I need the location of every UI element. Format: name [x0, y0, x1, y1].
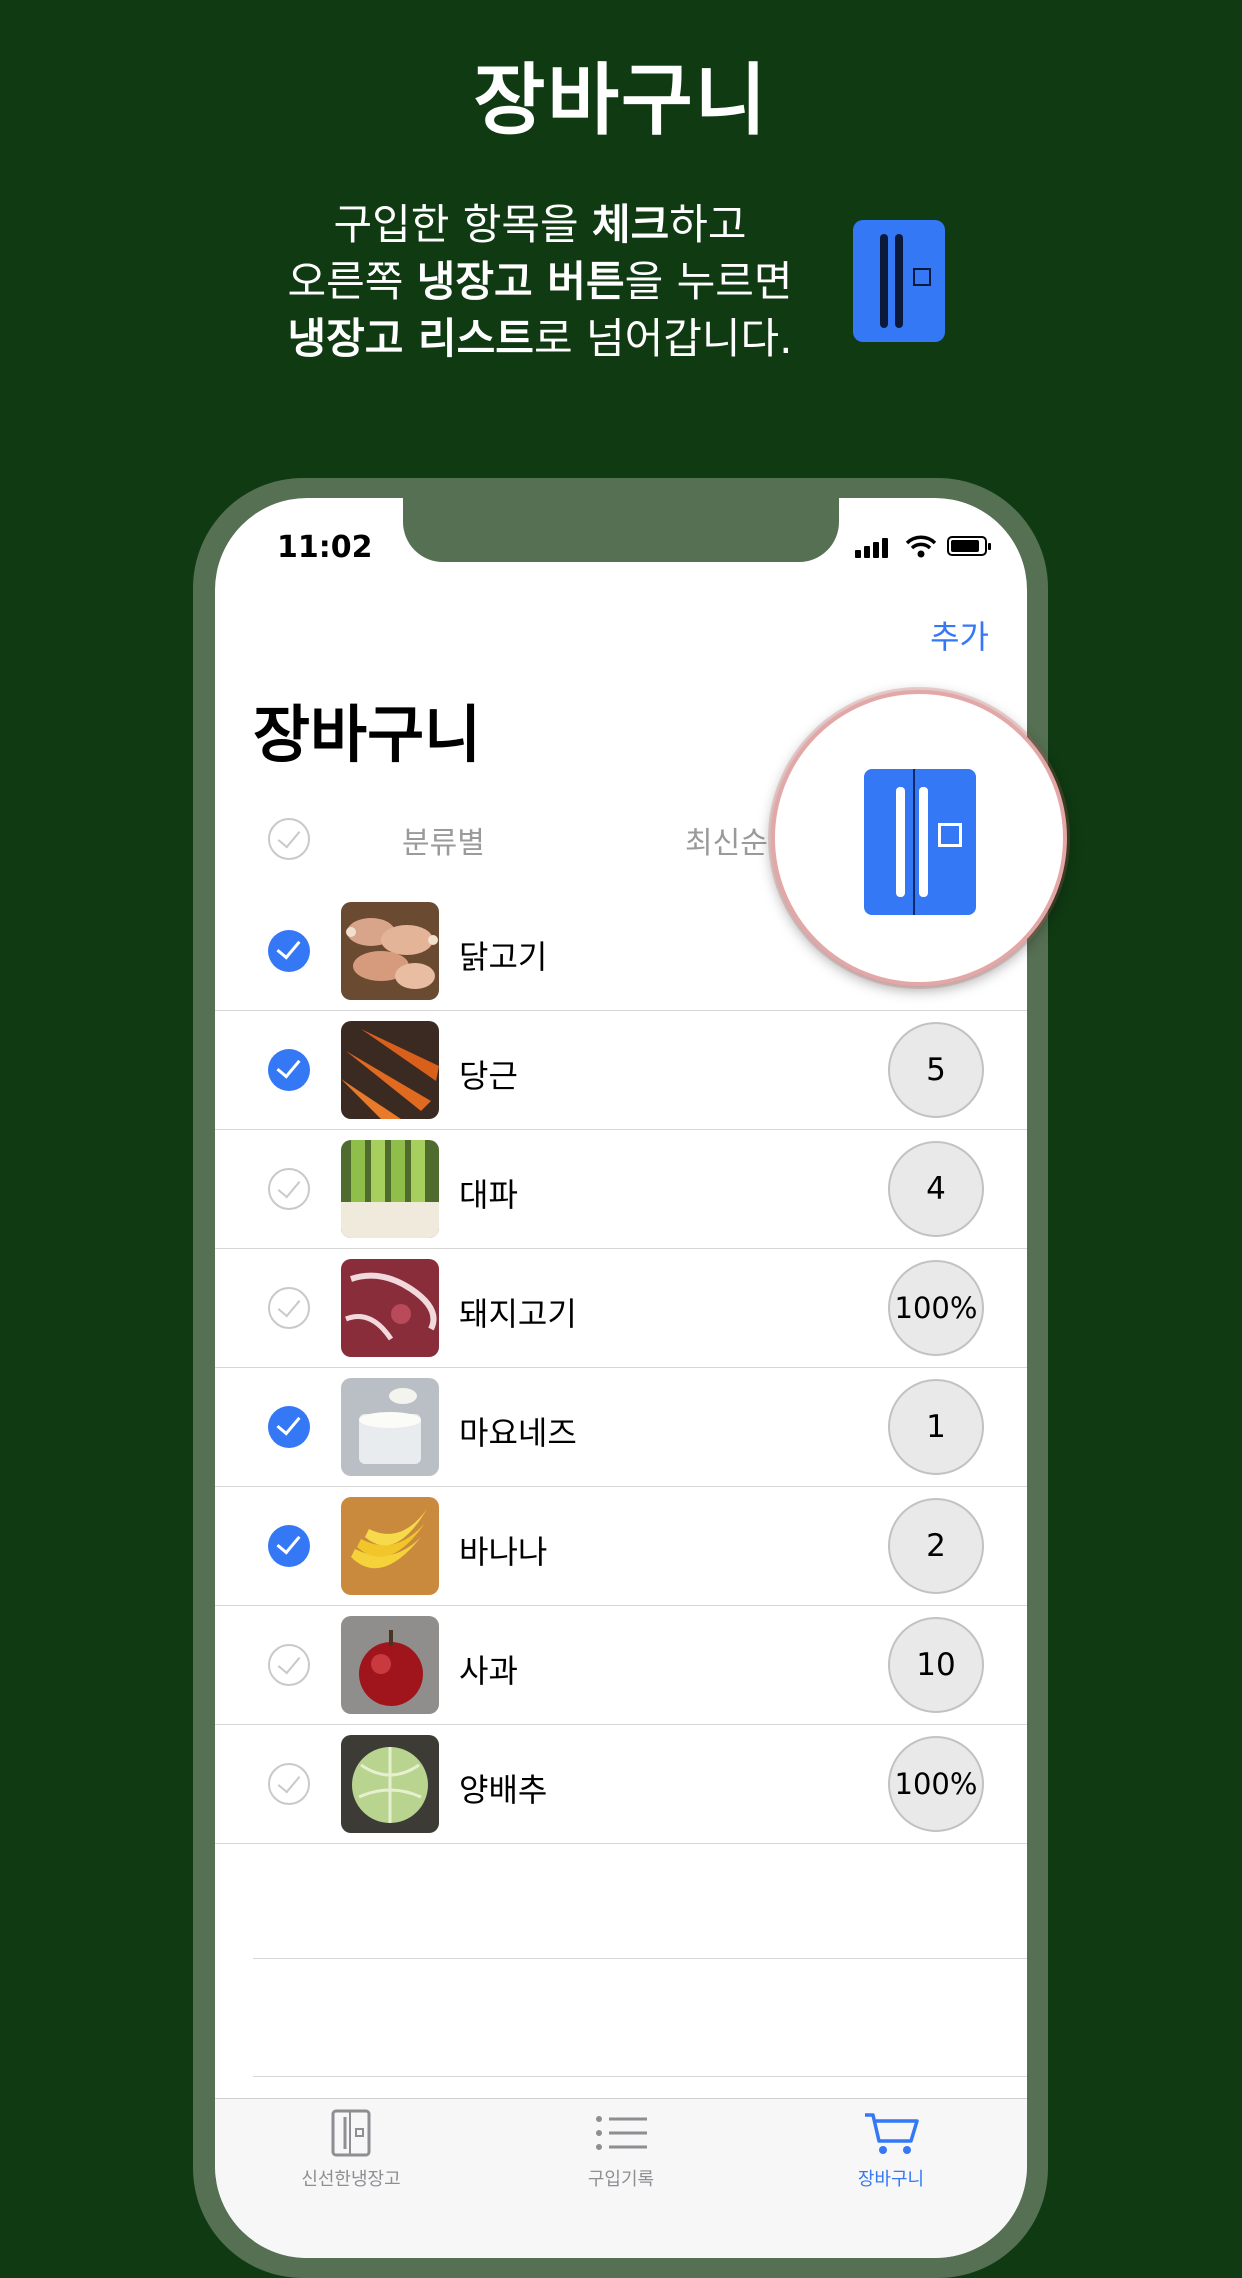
item-checkbox[interactable]: [268, 1644, 310, 1686]
item-name: 사과: [459, 1652, 518, 1690]
list-icon: [596, 2116, 647, 2150]
list-item[interactable]: 사과 10: [215, 1606, 1027, 1725]
sort-by-recent[interactable]: 최신순: [685, 818, 768, 862]
phone-notch: [403, 498, 839, 562]
sort-by-category[interactable]: 분류별: [402, 818, 485, 862]
item-name: 당근: [459, 1057, 518, 1095]
hero-title: 장바구니: [473, 56, 769, 146]
quantity-badge[interactable]: 10: [888, 1617, 984, 1713]
fridge-icon: [853, 220, 945, 342]
tab-shopping-cart[interactable]: 장바구니: [781, 2109, 1001, 2191]
quantity-badge[interactable]: 100%: [888, 1736, 984, 1832]
quantity-badge[interactable]: 5: [888, 1022, 984, 1118]
quantity-badge[interactable]: 1: [888, 1379, 984, 1475]
tab-fresh-fridge[interactable]: 신선한냉장고: [241, 2109, 461, 2191]
list-item[interactable]: 양배추 100%: [215, 1725, 1027, 1844]
fridge-icon: [864, 769, 976, 915]
item-name: 닭고기: [459, 938, 548, 976]
item-name: 마요네즈: [459, 1414, 577, 1452]
tab-purchase-history[interactable]: 구입기록: [511, 2109, 731, 2191]
item-checkbox[interactable]: [268, 1763, 310, 1805]
status-time: 11:02: [277, 530, 373, 565]
empty-row-divider: [253, 2076, 1027, 2077]
tab-label: 구입기록: [587, 2169, 655, 2190]
item-name: 대파: [459, 1176, 518, 1214]
list-item[interactable]: 대파 4: [215, 1130, 1027, 1249]
item-image-chicken: [341, 902, 439, 1000]
add-button[interactable]: 추가: [930, 612, 989, 658]
item-image-green-onions: [341, 1140, 439, 1238]
item-image-cabbage: [341, 1735, 439, 1833]
hero-line-1: 구입한 항목을 체크하고: [333, 200, 747, 249]
quantity-badge[interactable]: 100%: [888, 1260, 984, 1356]
item-checkbox[interactable]: [268, 1287, 310, 1329]
battery-icon: [947, 536, 991, 556]
list-item[interactable]: 돼지고기 100%: [215, 1249, 1027, 1368]
list-item[interactable]: 당근 5: [215, 1011, 1027, 1130]
tab-label: 장바구니: [857, 2169, 925, 2190]
item-name: 바나나: [459, 1533, 548, 1571]
quantity-badge[interactable]: 2: [888, 1498, 984, 1594]
hero-line-3: 냉장고 리스트로 넘어갑니다.: [287, 314, 793, 363]
list-item[interactable]: 바나나 2: [215, 1487, 1027, 1606]
item-checkbox[interactable]: [268, 1525, 310, 1567]
wifi-icon: [905, 535, 937, 558]
item-name: 양배추: [459, 1771, 548, 1809]
item-image-apple: [341, 1616, 439, 1714]
status-icons: [855, 534, 995, 558]
fridge-icon: [331, 2109, 371, 2157]
item-image-pork: [341, 1259, 439, 1357]
item-image-carrots: [341, 1021, 439, 1119]
cart-icon: [865, 2113, 919, 2154]
item-checkbox[interactable]: [268, 1406, 310, 1448]
item-image-mayonnaise: [341, 1378, 439, 1476]
fridge-button-callout[interactable]: [771, 690, 1067, 986]
quantity-badge[interactable]: 4: [888, 1141, 984, 1237]
item-checkbox[interactable]: [268, 1049, 310, 1091]
hero-line-2: 오른쪽 냉장고 버튼을 누르면: [287, 257, 793, 306]
list-item[interactable]: 마요네즈 1: [215, 1368, 1027, 1487]
hero-description: 구입한 항목을 체크하고 오른쪽 냉장고 버튼을 누르면 냉장고 리스트로 넘어…: [230, 196, 850, 367]
select-all-checkbox[interactable]: [268, 818, 310, 860]
page-title: 장바구니: [253, 698, 482, 771]
tab-label: 신선한냉장고: [301, 2169, 401, 2190]
item-checkbox[interactable]: [268, 930, 310, 972]
empty-row-divider: [253, 1958, 1027, 1959]
item-checkbox[interactable]: [268, 1168, 310, 1210]
item-name: 돼지고기: [459, 1295, 577, 1333]
shopping-list: 닭고기 당근 5 대파 4 돼지고기 100% 마요네즈 1 바나나 2 사과 …: [215, 892, 1027, 1844]
item-image-bananas: [341, 1497, 439, 1595]
tab-bar: 신선한냉장고 구입기록 장바구니: [215, 2098, 1027, 2258]
